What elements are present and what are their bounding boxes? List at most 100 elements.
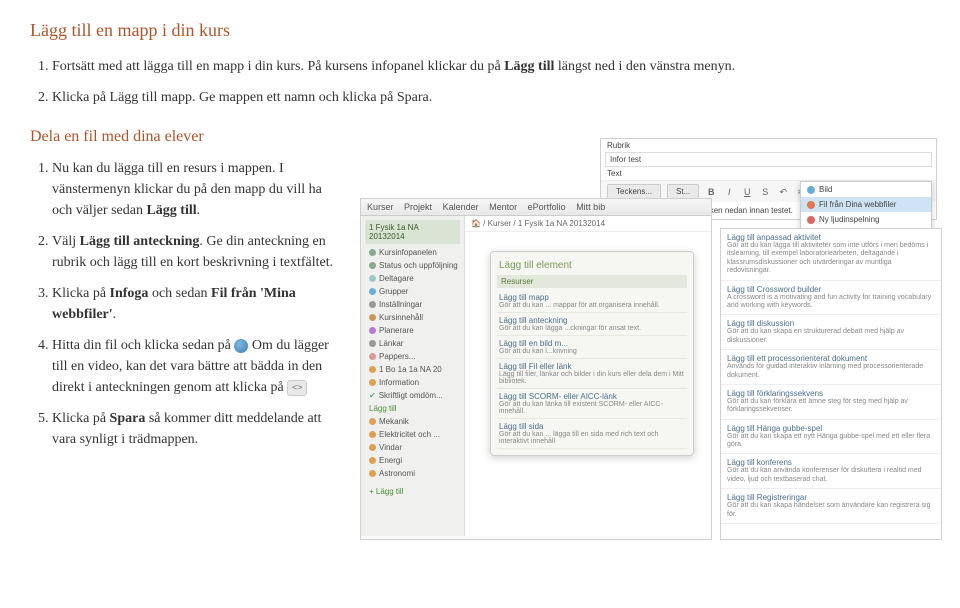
sidebar-label: Pappers... [379, 352, 415, 361]
menu-item-bild[interactable]: Bild [801, 182, 931, 197]
activity-item[interactable]: Lägg till anpassad aktivitetGör att du k… [721, 229, 941, 281]
sidebar-label: Kursinfopanelen [379, 248, 437, 257]
activity-title: Lägg till diskussion [727, 319, 935, 328]
popup-item-title: Lägg till en bild m... [499, 339, 685, 348]
tab-projekt[interactable]: Projekt [404, 202, 432, 212]
sidebar-item[interactable]: Grupper [365, 285, 460, 298]
sidebar-label: Elektricitet och ... [379, 430, 440, 439]
italic-icon[interactable]: I [723, 186, 735, 198]
sidebar-label: Kursinnehåll [379, 313, 423, 322]
course-title: 1 Fysik 1a NA 20132014 [365, 220, 460, 244]
bullet-icon [369, 301, 376, 308]
step-3: Klicka på Infoga och sedan Fil från 'Min… [52, 283, 340, 325]
sidebar-item[interactable]: ✔Skriftligt omdöm... [365, 389, 460, 402]
sidebar-label: Information [379, 378, 419, 387]
menu-label: Bild [819, 185, 832, 194]
popup-item[interactable]: Lägg till en bild m...Gör att du kan l..… [497, 336, 687, 359]
font-dropdown[interactable]: Teckens... [607, 184, 661, 199]
menu-item-fil[interactable]: Fil från Dina webbfiler [801, 197, 931, 212]
activity-item[interactable]: Lägg till konferensGör att du kan använd… [721, 454, 941, 489]
sidebar-item[interactable]: Elektricitet och ... [365, 428, 460, 441]
popup-item[interactable]: Lägg till sidaGör att du kan ... lägga t… [497, 419, 687, 449]
size-dropdown[interactable]: St... [667, 184, 699, 199]
popup-item-title: Lägg till SCORM- eller AICC-länk [499, 392, 685, 401]
sidebar-item[interactable]: Energi [365, 454, 460, 467]
activity-item[interactable]: Lägg till diskussionGör att du kan skapa… [721, 315, 941, 350]
image-icon [807, 186, 815, 194]
step-text: Hitta din fil och klicka sedan på [52, 338, 234, 353]
activity-item[interactable]: Lägg till förklaringssekvensGör att du k… [721, 385, 941, 420]
menu-label: Fil från Dina webbfiler [819, 200, 896, 209]
sidebar-item[interactable]: Kursinnehåll [365, 311, 460, 324]
step-text: . [197, 203, 201, 218]
bullet-icon [369, 275, 376, 282]
bullet-icon [369, 353, 376, 360]
sidebar-label: 1 Bo 1a 1a NA 20 [379, 365, 442, 374]
tab-bib[interactable]: Mitt bib [576, 202, 605, 212]
intro-text: längst ned i den vänstra menyn. [554, 59, 735, 74]
add-element-popup: Lägg till element Resurser Lägg till map… [490, 251, 694, 456]
popup-item-desc: Gör att du kan ... mappar för att organi… [499, 302, 685, 309]
activity-item[interactable]: Lägg till Crossword builderA crossword i… [721, 281, 941, 316]
popup-item[interactable]: Lägg till mappGör att du kan ... mappar … [497, 290, 687, 313]
folder-icon [369, 444, 376, 451]
sidebar-item[interactable]: Astronomi [365, 467, 460, 480]
rubrik-input[interactable]: Infor test [605, 152, 932, 167]
activity-item[interactable]: Lägg till RegistreringarGör att du kan s… [721, 489, 941, 524]
popup-item[interactable]: Lägg till SCORM- eller AICC-länkGör att … [497, 389, 687, 419]
sidebar-add[interactable]: + Lägg till [365, 484, 460, 499]
sidebar-item[interactable]: Status och uppföljning [365, 259, 460, 272]
popup-item-desc: Gör att du kan ... lägga till en sida me… [499, 431, 685, 445]
popup-item-title: Lägg till sida [499, 422, 685, 431]
activity-title: Lägg till anpassad aktivitet [727, 233, 935, 242]
activity-item[interactable]: Lägg till ett processorienterat dokument… [721, 350, 941, 385]
activity-desc: Gör att du kan skapa en strukturerad deb… [727, 328, 935, 345]
intro-text: Fortsätt med att lägga till en mapp i di… [52, 59, 504, 74]
popup-item[interactable]: Lägg till anteckningGör att du kan lägga… [497, 313, 687, 336]
popup-item-desc: Lägg till filer, länkar och bilder i din… [499, 371, 685, 385]
sidebar-label: Status och uppföljning [379, 261, 458, 270]
step-bold: Infoga [110, 286, 149, 301]
sidebar-label: Inställningar [379, 300, 422, 309]
folder-icon [369, 457, 376, 464]
sidebar-label: Länkar [379, 339, 403, 348]
tab-kalender[interactable]: Kalender [443, 202, 479, 212]
sidebar-item[interactable]: 1 Bo 1a 1a NA 20 [365, 363, 460, 376]
step-2: Välj Lägg till anteckning. Ge din anteck… [52, 231, 340, 273]
activity-item[interactable]: Lägg till Hänga gubbe-spelGör att du kan… [721, 420, 941, 455]
sidebar-item[interactable]: Mekanik [365, 415, 460, 428]
sidebar-item[interactable]: Planerare [365, 324, 460, 337]
tab-eportfolio[interactable]: ePortfolio [528, 202, 566, 212]
undo-icon[interactable]: ↶ [777, 186, 789, 198]
folder-icon [369, 366, 376, 373]
tab-kurser[interactable]: Kurser [367, 202, 394, 212]
intro-bold: Lägg till [504, 59, 554, 74]
bold-icon[interactable]: B [705, 186, 717, 198]
bullet-icon [369, 327, 376, 334]
sidebar-item[interactable]: Länkar [365, 337, 460, 350]
popup-item[interactable]: Lägg till Fil eller länkLägg till filer,… [497, 359, 687, 389]
folder-icon [369, 379, 376, 386]
embed-icon: <> [287, 380, 307, 396]
tab-mentor[interactable]: Mentor [489, 202, 517, 212]
activity-title: Lägg till Registreringar [727, 493, 935, 502]
step-bold: Lägg till anteckning [80, 234, 200, 249]
sidebar-label: Planerare [379, 326, 414, 335]
underline-icon[interactable]: U [741, 186, 753, 198]
sidebar-item[interactable]: Deltagare [365, 272, 460, 285]
sidebar-item[interactable]: Kursinfopanelen [365, 246, 460, 259]
activity-desc: Används för guidad interaktiv inlärning … [727, 363, 935, 380]
activity-title: Lägg till Crossword builder [727, 285, 935, 294]
sidebar-add-sub[interactable]: Lägg till [365, 402, 460, 415]
sidebar-item[interactable]: Vindar [365, 441, 460, 454]
label-text: Text [607, 169, 622, 178]
menu-item-audio[interactable]: Ny ljudinspelning [801, 212, 931, 227]
strike-icon[interactable]: S [759, 186, 771, 198]
sidebar-item[interactable]: Pappers... [365, 350, 460, 363]
sidebar-item[interactable]: Information [365, 376, 460, 389]
course-sidebar: 1 Fysik 1a NA 20132014 Kursinfopanelen S… [361, 216, 465, 536]
popup-item-title: Lägg till mapp [499, 293, 685, 302]
sidebar-item[interactable]: Inställningar [365, 298, 460, 311]
step-text: Välj [52, 234, 80, 249]
sidebar-label: Mekanik [379, 417, 409, 426]
